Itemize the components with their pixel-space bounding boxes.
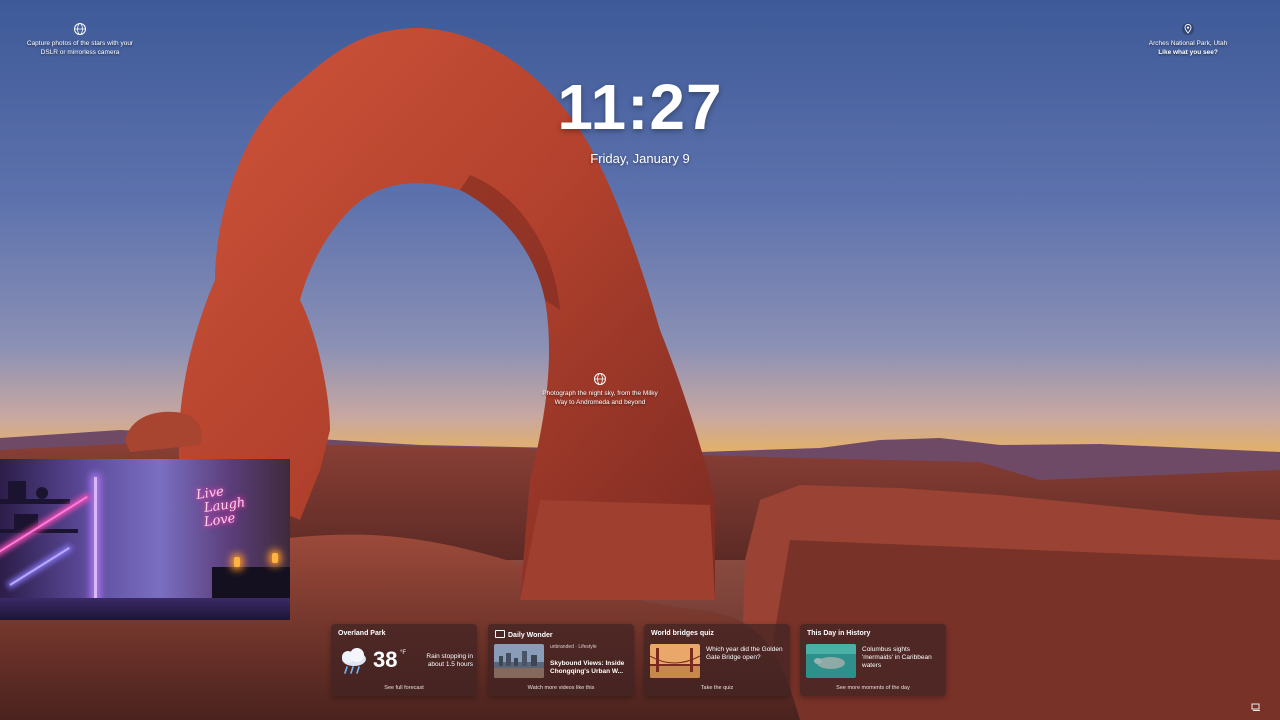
globe-icon <box>74 23 86 35</box>
daily-wonder-title: Daily Wonder <box>495 630 553 639</box>
spotlight-location-info[interactable]: Arches National Park, Utah Like what you… <box>1130 22 1246 57</box>
weather-location: Overland Park <box>338 630 386 637</box>
daily-wonder-widget[interactable]: Daily Wonder unbranded · Lifestyle Skybo… <box>488 624 634 696</box>
history-headline: Columbus sights 'mermaids' in Caribbean … <box>862 646 932 669</box>
spotlight-tip-left[interactable]: Capture photos of the stars with your DS… <box>10 22 150 57</box>
take-the-quiz-link[interactable]: Take the quiz <box>644 685 790 691</box>
neon-light-diagonal <box>9 547 70 586</box>
video-thumbnail <box>494 644 544 678</box>
like-what-you-see-link[interactable]: Like what you see? <box>1130 48 1246 57</box>
see-more-moments-link[interactable]: See more moments of the day <box>800 685 946 691</box>
camera-preview: Live Laugh Love <box>0 459 290 620</box>
tip-left-line1: Capture photos of the stars with your <box>26 40 134 47</box>
history-title: This Day in History <box>807 630 871 637</box>
weather-widget[interactable]: Overland Park 38 °F Rain stopping in abo… <box>331 624 477 696</box>
daily-wonder-title-text: Daily Wonder <box>508 632 553 639</box>
speaker <box>8 481 26 499</box>
quiz-thumbnail <box>650 644 700 678</box>
quiz-title: World bridges quiz <box>651 630 714 637</box>
location-pin-icon <box>1182 23 1194 35</box>
tip-center-line2: Way to Andromeda and beyond <box>554 399 646 406</box>
video-headline: Skybound Views: Inside Chongqing's Urban… <box>550 660 625 675</box>
shelf-object <box>36 487 48 499</box>
bridges-quiz-widget[interactable]: World bridges quiz Which year did the Go… <box>644 624 790 696</box>
tip-left-line2: DSLR or mirrorless camera <box>40 49 120 56</box>
temperature-unit: °F <box>400 650 407 656</box>
temperature-value: 38 <box>373 647 398 672</box>
history-thumbnail <box>806 644 856 678</box>
shelf-object <box>14 514 38 529</box>
manatee-image <box>806 644 856 678</box>
neon-sign: Live Laugh Love <box>195 481 256 530</box>
weather-condition-line: about 1.5 hours <box>427 661 473 668</box>
lamp <box>272 553 278 563</box>
floor <box>0 598 290 620</box>
golden-gate-bridge-image <box>650 644 700 678</box>
city-skyline-image <box>494 644 544 678</box>
network-icon[interactable] <box>1251 702 1261 712</box>
weather-condition: Rain stopping in about 1.5 hours <box>417 653 473 669</box>
quiz-question: Which year did the Golden Gate Bridge op… <box>706 646 783 661</box>
lock-screen-time: 11:27 <box>557 71 723 143</box>
globe-icon <box>594 373 606 385</box>
tip-center-line1: Photograph the night sky, from the Milky <box>542 390 658 397</box>
lock-screen-date: Friday, January 9 <box>590 151 690 166</box>
candle <box>234 557 240 567</box>
shelf <box>0 529 78 533</box>
spotlight-tip-center[interactable]: Photograph the night sky, from the Milky… <box>530 372 670 407</box>
location-name: Arches National Park, Utah <box>1148 40 1228 47</box>
watch-more-videos-link[interactable]: Watch more videos like this <box>488 685 634 691</box>
video-source: unbranded · Lifestyle <box>550 644 597 650</box>
neon-light-vertical <box>94 477 97 602</box>
shelf <box>0 499 70 504</box>
video-icon <box>495 630 505 638</box>
see-full-forecast-link[interactable]: See full forecast <box>331 685 477 691</box>
rain-cloud-icon <box>342 648 366 674</box>
weather-condition-line: Rain stopping in <box>426 653 473 660</box>
this-day-in-history-widget[interactable]: This Day in History Columbus sights 'mer… <box>800 624 946 696</box>
